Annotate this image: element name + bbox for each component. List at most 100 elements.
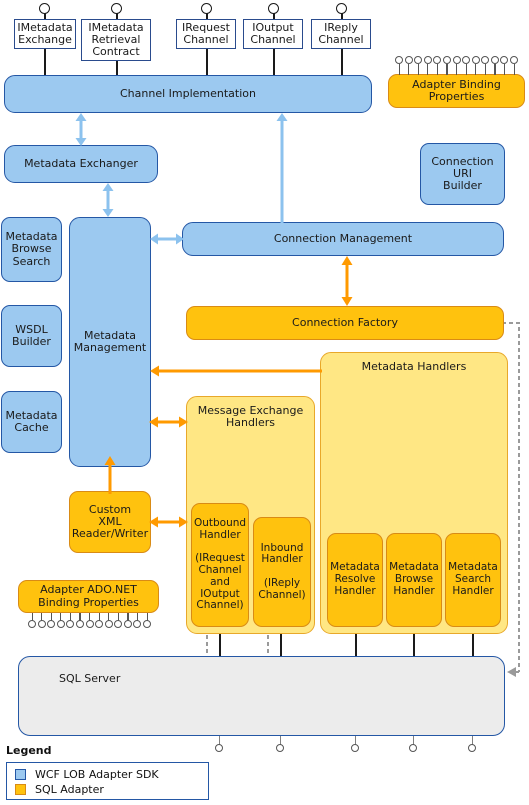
irequest-channel-lollipop-icon <box>201 3 212 14</box>
adapter-binding-properties-pin-stem-7 <box>456 64 458 75</box>
sql-server-port-2 <box>276 744 284 752</box>
connection-factory-label: Connection Factory <box>292 315 398 329</box>
ioutput-channel-lollipop-icon <box>268 3 279 14</box>
metadata-resolve-handler-label: Metadata Resolve Handler <box>330 561 380 597</box>
adapter-binding-properties-pin-circle-12-icon <box>500 56 509 64</box>
adapter-binding-properties-pin-stem-9 <box>475 64 477 75</box>
adapter-binding-properties-pin-stem-10 <box>484 64 486 75</box>
adapter-ado-net-binding-properties-pin-circle-1-icon <box>28 620 36 628</box>
ireply-channel-lollipop-icon <box>336 3 347 14</box>
adapter-ado-net-binding-properties-label: Adapter ADO.NET Binding Properties <box>38 583 139 609</box>
adapter-binding-properties-pin-stem-8 <box>465 64 467 75</box>
contract-irequest-channel[interactable]: IRequest Channel <box>176 19 236 49</box>
imetadata-retrieval-contract-dropline <box>116 61 118 75</box>
contract-imetadata-retrieval-contract[interactable]: IMetadata Retrieval Contract <box>81 19 151 61</box>
adapter-binding-properties-pin-circle-2-icon <box>404 56 413 64</box>
metadata-browse-search-block[interactable]: Metadata Browse Search <box>1 217 62 282</box>
metadata-management-label: Metadata Management <box>73 328 147 354</box>
custom-xml-reader-writer-block[interactable]: Custom XML Reader/Writer <box>69 491 151 553</box>
adapter-binding-properties-pin-stem-6 <box>446 64 448 75</box>
connection-uri-builder-block[interactable]: Connection URI Builder <box>420 143 505 205</box>
adapter-ado-net-binding-properties-pin-circle-7-icon <box>85 620 94 628</box>
legend-item-sql-adapter: SQL Adapter <box>15 782 208 797</box>
adapter-ado-net-binding-properties-pin-circle-6-icon <box>75 620 84 628</box>
legend-item-wcf-lob-adapter-sdk: WCF LOB Adapter SDK <box>15 767 208 782</box>
metadata-handlers-label: Metadata Handlers <box>361 360 467 373</box>
contract-imetadata-exchange[interactable]: IMetadata Exchange <box>14 19 76 49</box>
metadata-management-to-message-exchange-arrow <box>149 415 188 429</box>
metadata-resolve-handler-block[interactable]: Metadata Resolve Handler <box>327 533 383 627</box>
custom-xml-to-handlers-arrow <box>149 515 188 529</box>
adapter-binding-properties-pin-stem-2 <box>408 64 410 75</box>
wsdl-builder-label: WSDL Builder <box>12 322 51 348</box>
legend-swatch-sql-adapter-icon <box>15 784 26 795</box>
legend-title: Legend <box>6 744 52 757</box>
ireply-channel-dropline <box>341 49 343 75</box>
channel-implementation-label: Channel Implementation <box>119 86 256 100</box>
adapter-ado-net-binding-properties-pin-circle-12-icon <box>133 620 142 628</box>
contract-ioutput-channel-label: IOutput Channel <box>250 20 296 46</box>
contract-irequest-channel-label: IRequest Channel <box>182 20 230 46</box>
adapter-binding-properties-pin-stem-12 <box>503 64 506 75</box>
adapter-ado-net-binding-properties-pin-circle-11-icon <box>123 620 132 628</box>
contract-imetadata-retrieval-contract-label: IMetadata Retrieval Contract <box>88 20 144 59</box>
adapter-binding-properties-pin-circle-8-icon <box>462 56 471 64</box>
adapter-ado-net-binding-properties-pin-circle-9-icon <box>104 620 113 628</box>
metadata-search-handler-block[interactable]: Metadata Search Handler <box>445 533 501 627</box>
connection-management-to-factory-arrow <box>340 256 354 306</box>
adapter-binding-properties-pin-circle-5-icon <box>433 56 442 64</box>
contract-imetadata-exchange-label: IMetadata Exchange <box>17 20 73 46</box>
adapter-binding-properties-pin-circle-9-icon <box>471 56 480 64</box>
sql-server-port-3 <box>351 744 359 752</box>
outbound-handler-block[interactable]: Outbound Handler (IRequest Channel and I… <box>191 503 249 627</box>
metadata-exchanger-to-management-arrow <box>101 183 115 217</box>
metadata-management-block[interactable]: Metadata Management <box>69 217 151 467</box>
adapter-ado-net-binding-properties-pin-circle-8-icon <box>95 620 104 628</box>
adapter-ado-net-binding-properties-pin-circle-5-icon <box>66 620 75 628</box>
ioutput-channel-dropline <box>273 49 275 75</box>
adapter-binding-properties-label: Adapter Binding Properties <box>412 77 501 103</box>
metadata-cache-block[interactable]: Metadata Cache <box>1 391 62 453</box>
legend-box: WCF LOB Adapter SDK SQL Adapter <box>6 762 209 800</box>
adapter-binding-properties-pin-circle-11-icon <box>490 56 499 64</box>
legend-item-wcf-lob-adapter-sdk-label: WCF LOB Adapter SDK <box>35 768 159 781</box>
contract-ioutput-channel[interactable]: IOutput Channel <box>243 19 303 49</box>
metadata-exchanger-block[interactable]: Metadata Exchanger <box>4 145 158 183</box>
adapter-binding-properties-pin-stem-13 <box>513 64 515 75</box>
adapter-binding-properties-pin-circle-7-icon <box>452 56 461 64</box>
connection-management-block[interactable]: Connection Management <box>182 222 504 256</box>
connection-factory-block[interactable]: Connection Factory <box>186 306 504 340</box>
imetadata-exchange-lollipop-icon <box>39 3 50 14</box>
adapter-binding-properties-pin-stem-11 <box>494 64 496 75</box>
connection-management-label: Connection Management <box>273 231 413 245</box>
channel-implementation-block[interactable]: Channel Implementation <box>4 75 372 113</box>
adapter-binding-properties-pin-stem-1 <box>398 64 400 75</box>
message-exchange-handlers-label: Message Exchange Handlers <box>197 404 304 430</box>
metadata-exchanger-label: Metadata Exchanger <box>24 156 138 170</box>
connection-management-to-channel-arrow <box>275 113 289 223</box>
sql-server-port-5 <box>468 744 476 752</box>
metadata-browse-handler-label: Metadata Browse Handler <box>389 561 439 597</box>
adapter-binding-properties-pin-circle-13-icon <box>510 56 518 64</box>
contract-ireply-channel[interactable]: IReply Channel <box>311 19 371 49</box>
custom-xml-to-metadata-management-arrow <box>103 456 117 494</box>
adapter-binding-properties-pin-circle-3-icon <box>414 56 423 64</box>
adapter-ado-net-binding-properties-pin-circle-13-icon <box>143 620 151 628</box>
adapter-ado-net-binding-properties-pin-circle-2-icon <box>37 620 46 628</box>
architecture-diagram: IMetadata Exchange IMetadata Retrieval C… <box>0 0 529 805</box>
contract-ireply-channel-label: IReply Channel <box>318 20 364 46</box>
sql-server-block[interactable]: SQL Server <box>18 656 505 736</box>
legend-item-sql-adapter-label: SQL Adapter <box>35 783 104 796</box>
inbound-handler-block[interactable]: Inbound Handler (IReply Channel) <box>253 517 311 627</box>
metadata-management-to-connection-management-arrow <box>150 232 184 246</box>
outbound-handler-label: Outbound Handler (IRequest Channel and I… <box>193 517 247 612</box>
irequest-channel-dropline <box>206 49 208 75</box>
adapter-binding-properties-block[interactable]: Adapter Binding Properties <box>388 74 525 108</box>
inbound-handler-label: Inbound Handler (IReply Channel) <box>258 541 306 601</box>
adapter-binding-properties-pin-stem-4 <box>427 64 429 75</box>
channel-to-metadata-exchanger-arrow <box>74 113 88 146</box>
wsdl-builder-block[interactable]: WSDL Builder <box>1 305 62 367</box>
adapter-ado-net-binding-properties-block[interactable]: Adapter ADO.NET Binding Properties <box>18 580 159 613</box>
connection-uri-builder-label: Connection URI Builder <box>431 154 494 193</box>
metadata-browse-handler-block[interactable]: Metadata Browse Handler <box>386 533 442 627</box>
